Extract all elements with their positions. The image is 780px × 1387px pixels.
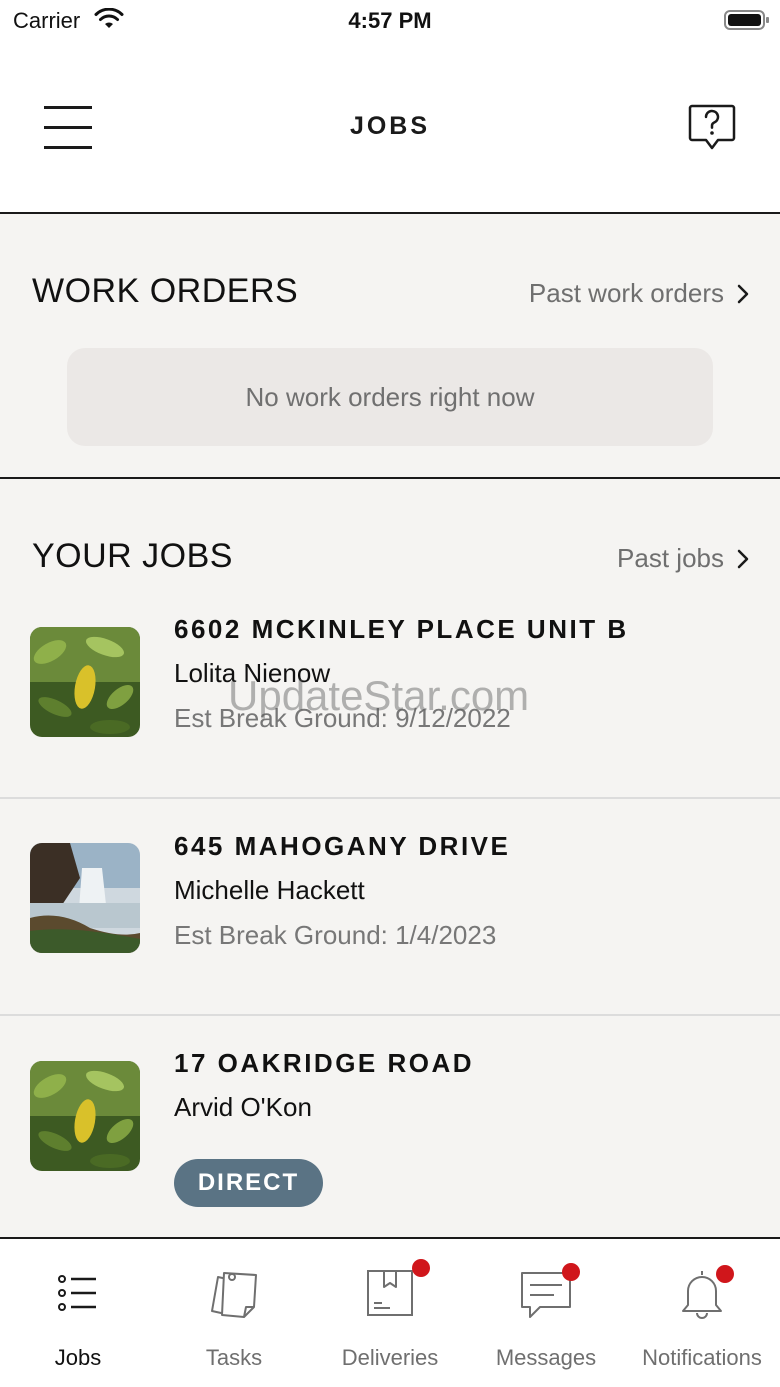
job-list-item[interactable]: 17 OAKRIDGE ROAD Arvid O'Kon DIRECT bbox=[0, 1016, 780, 1233]
tab-label: Notifications bbox=[642, 1345, 762, 1370]
clock: 4:57 PM bbox=[348, 8, 432, 33]
tab-tasks[interactable]: Tasks bbox=[156, 1239, 312, 1387]
empty-work-orders-message: No work orders right now bbox=[67, 348, 713, 446]
chevron-right-icon bbox=[737, 549, 749, 568]
page-title: JOBS bbox=[349, 112, 431, 140]
work-orders-heading: WORK ORDERS bbox=[32, 272, 299, 310]
job-address: 6602 MCKINLEY PLACE UNIT B bbox=[174, 614, 629, 644]
battery-icon bbox=[724, 10, 769, 30]
work-orders-section: WORK ORDERS Past work orders No work ord… bbox=[0, 214, 780, 479]
tab-label: Tasks bbox=[205, 1345, 263, 1370]
tab-notifications[interactable]: Notifications bbox=[624, 1239, 780, 1387]
direct-badge: DIRECT bbox=[174, 1159, 323, 1207]
notification-dot bbox=[562, 1263, 580, 1281]
past-work-orders-link[interactable]: Past work orders bbox=[529, 278, 750, 309]
job-client: Lolita Nienow bbox=[174, 658, 331, 688]
job-list-item[interactable]: 6602 MCKINLEY PLACE UNIT B Lolita Nienow… bbox=[0, 582, 780, 799]
status-bar: Carrier 4:57 PM bbox=[0, 0, 780, 40]
tab-jobs[interactable]: Jobs bbox=[0, 1239, 156, 1387]
tab-label: Messages bbox=[495, 1345, 597, 1370]
list-icon bbox=[58, 1275, 96, 1311]
package-icon bbox=[367, 1270, 413, 1316]
job-address: 645 MAHOGANY DRIVE bbox=[174, 831, 511, 861]
job-client: Arvid O'Kon bbox=[174, 1092, 312, 1122]
job-thumbnail-waterfall bbox=[30, 843, 140, 953]
help-chat-icon[interactable] bbox=[688, 102, 736, 152]
tab-messages[interactable]: Messages bbox=[468, 1239, 624, 1387]
job-break-ground-date: Est Break Ground: 9/12/2022 bbox=[174, 703, 511, 733]
past-jobs-label: Past jobs bbox=[617, 543, 724, 573]
your-jobs-heading: YOUR JOBS bbox=[32, 537, 233, 575]
past-work-orders-label: Past work orders bbox=[528, 278, 724, 308]
job-thumbnail-leaves bbox=[30, 627, 140, 737]
notification-dot bbox=[716, 1265, 734, 1283]
your-jobs-section: YOUR JOBS Past jobs 6602 MCKINLEY PLACE … bbox=[0, 479, 780, 1239]
past-jobs-link[interactable]: Past jobs bbox=[617, 543, 750, 574]
job-thumbnail-leaves bbox=[30, 1061, 140, 1171]
job-list-item[interactable]: 645 MAHOGANY DRIVE Michelle Hackett Est … bbox=[0, 799, 780, 1016]
tab-deliveries[interactable]: Deliveries bbox=[312, 1239, 468, 1387]
app-header: JOBS bbox=[0, 40, 780, 214]
notification-dot bbox=[412, 1259, 430, 1277]
job-break-ground-date: Est Break Ground: 1/4/2023 bbox=[174, 920, 497, 950]
sticky-notes-icon bbox=[211, 1272, 257, 1318]
job-client: Michelle Hackett bbox=[174, 875, 365, 905]
bottom-tab-bar: Jobs Tasks Deliveries Messages Notificat… bbox=[0, 1237, 780, 1387]
tab-label: Deliveries bbox=[341, 1345, 439, 1370]
chevron-right-icon bbox=[737, 284, 749, 303]
job-address: 17 OAKRIDGE ROAD bbox=[174, 1048, 475, 1078]
tab-label: Jobs bbox=[54, 1345, 102, 1370]
